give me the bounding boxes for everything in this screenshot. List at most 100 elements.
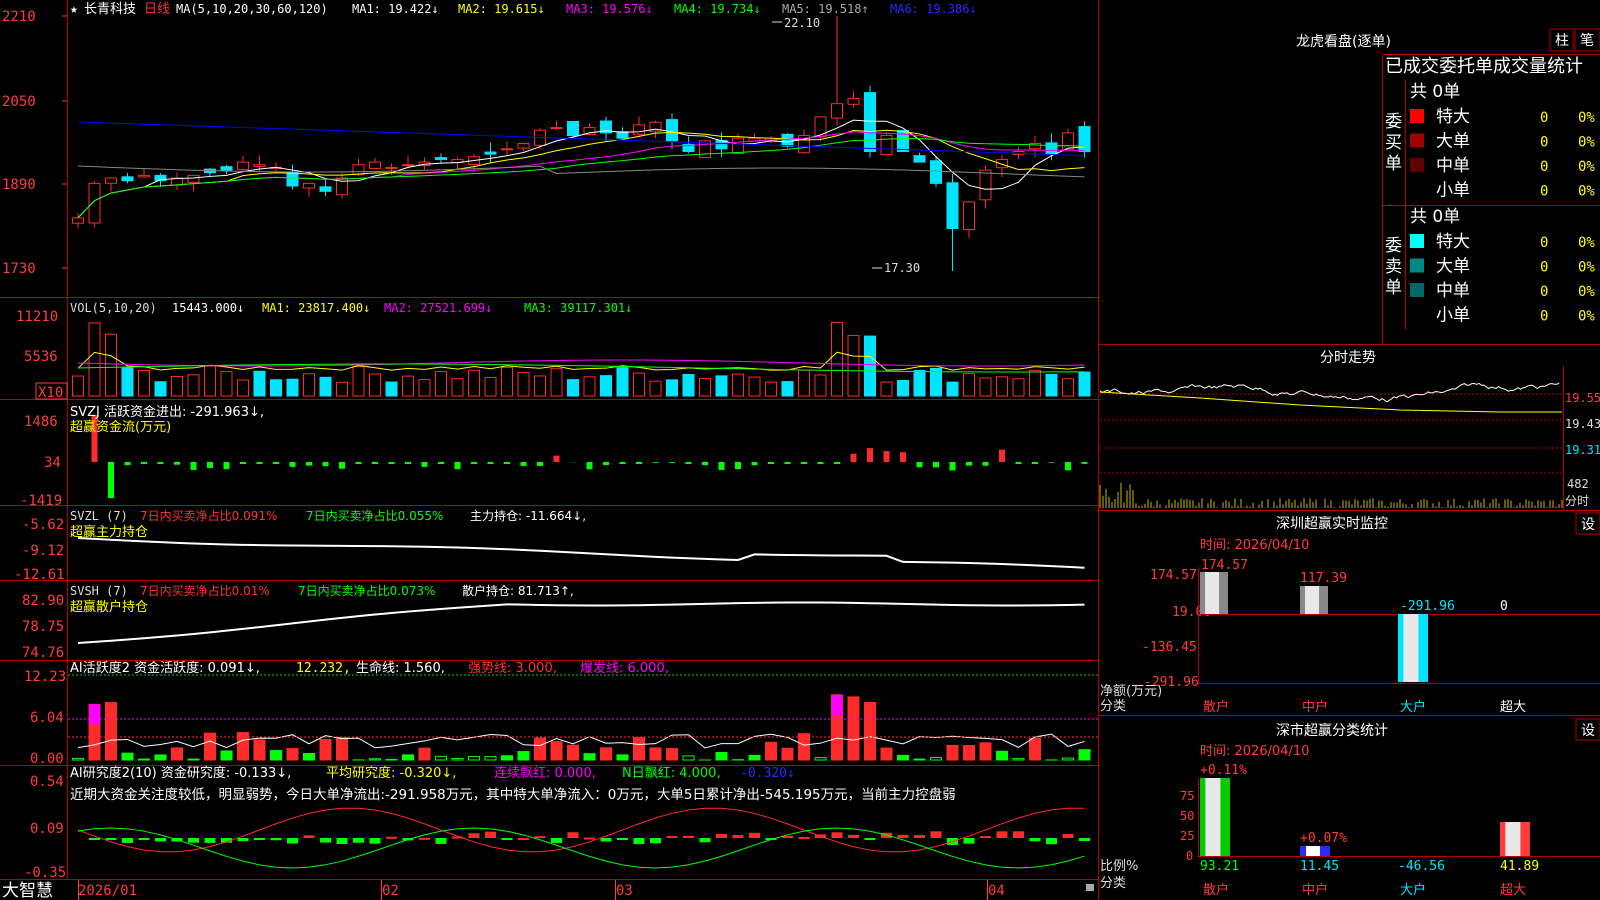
svg-text:委: 委 [1385,112,1402,132]
svg-text:41.89: 41.89 [1500,859,1539,874]
flow-bar [405,462,411,464]
svg-text:0.54: 0.54 [30,774,64,790]
svg-text:11.45: 11.45 [1300,859,1339,874]
volume-bar [385,381,398,397]
tick-mode-button[interactable]: 笔 [1574,28,1600,52]
volume-bar [72,375,84,397]
svzj-axis: 1486 34 -1419 [20,414,62,509]
activity-bar [946,744,959,761]
high-price-label: 22.10 [784,16,820,30]
buy-row-percent: 0% [1578,184,1595,200]
candle-body [1078,126,1091,152]
sell-row-percent: 0% [1578,309,1595,325]
flow-bar [289,462,296,467]
flow-bar [586,462,593,470]
research-bar [386,836,397,839]
ai2-comment: 近期大资金关注度较低，明显弱势，今日大单净流出:-291.958万元，其中特大单… [70,786,956,803]
svg-text:0.09: 0.09 [30,821,64,837]
sz-time: 时间: 2026/04/10 [1200,538,1309,553]
buy-color-swatch [1410,133,1424,148]
volume-bar [286,378,299,397]
volume-bar [946,381,959,397]
svg-text:19.43: 19.43 [1565,417,1600,431]
research-bar [138,838,150,840]
svsh-retail-holding-chart [77,601,1085,644]
research-bar [749,832,760,838]
volume-bar [418,379,431,397]
volume-bar [715,375,728,397]
activity-bar [171,747,183,761]
svzl-text2: 7日内买卖净占比0.055% [306,508,443,523]
cls-categories: 散户 中户 大户 超大 [1203,882,1526,898]
buy-row-label: 大单 [1436,132,1470,152]
activity-line [77,733,1085,749]
ai1-title: AI活跃度2 资金活跃度: 0.091↓, [70,660,260,676]
research-bar [270,838,282,841]
volume-bar [847,335,860,397]
research-bar [897,834,909,838]
research-bar [567,832,579,838]
research-bar [1029,838,1041,842]
candle-body [138,174,150,178]
svg-text:1486: 1486 [24,414,58,430]
research-bar [435,838,447,844]
activity-bar [1078,749,1091,761]
cls-settings-button[interactable]: 设 [1575,718,1600,741]
candle-body [352,164,365,176]
research-bar [254,838,265,840]
svg-text:委: 委 [1385,236,1402,256]
svg-text:大户: 大户 [1400,699,1426,715]
flow-bar [322,462,329,467]
volume-bar [666,379,678,397]
activity-bar [682,755,695,761]
brand-logo[interactable]: 大智慧 [2,881,53,900]
candle-body [72,217,84,224]
flow-bar [916,462,923,468]
activity-bar [402,754,414,761]
activity-bar [187,758,200,761]
svg-text:34: 34 [44,455,61,471]
sell-color-swatch [1410,234,1424,248]
sz-settings-button[interactable]: 设 [1575,512,1600,535]
volume-chart [72,321,1091,397]
panel-frames [0,0,1600,900]
svsh-text3: 散户持仓: 81.713↑, [462,583,574,598]
flow-bar [256,462,263,464]
svg-text:单: 单 [1385,278,1402,298]
volume-bar [352,366,365,397]
flow-bar [372,462,378,464]
activity-bar [550,741,563,761]
volume-bar [253,370,266,397]
svg-text:6.04: 6.04 [30,710,64,726]
cls-category-label: 分类 [1100,876,1126,891]
activity-bar [930,757,942,761]
ai2-v2: 连续飘红: 0.000, [494,765,596,781]
research-bar [930,831,942,838]
activity-bar [418,747,431,761]
buy-color-swatch [1410,109,1424,123]
stock-name[interactable]: 长青科技 [84,2,136,17]
period-label[interactable]: 日线 [144,2,170,17]
volume-bar [1078,371,1091,397]
volume-bar [600,375,612,397]
research-bar [336,838,348,845]
intraday-chart [1099,382,1563,508]
svg-text:75: 75 [1180,789,1194,803]
svg-text:2050: 2050 [2,94,36,110]
flow-bar [702,462,708,466]
svg-text:2210: 2210 [2,9,36,25]
flow-bar [1048,462,1055,463]
research-bar [155,838,166,842]
research-bar [848,834,859,838]
bar-mode-button[interactable]: 柱 [1549,28,1574,52]
candle-body [286,171,299,187]
sell-row-label: 小单 [1436,306,1470,326]
vol-title: VOL(5,10,20) [70,301,157,315]
buy-side-label: 委买单 [1385,112,1402,174]
sz-category-label: 分类 [1100,699,1126,714]
flow-bar [388,462,395,464]
buy-row-value: 0 [1540,159,1548,175]
lock-icon[interactable] [1086,884,1094,891]
research-bar [501,838,513,840]
star-icon[interactable]: ★ [70,2,78,17]
